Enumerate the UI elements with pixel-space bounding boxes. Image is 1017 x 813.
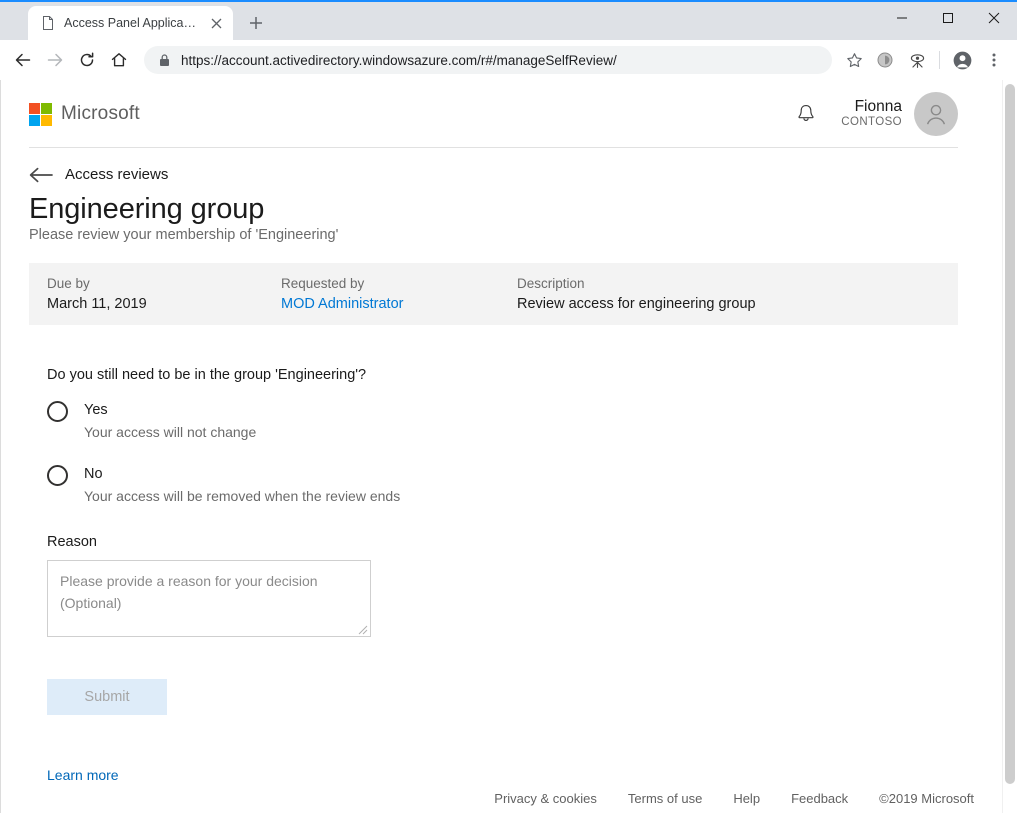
back-to-access-reviews-link[interactable]: Access reviews [29, 166, 958, 183]
page-footer: Privacy & cookies Terms of use Help Feed… [1, 783, 1002, 813]
window-close-icon[interactable] [971, 2, 1017, 34]
user-profile[interactable]: Fionna CONTOSO [841, 92, 958, 136]
person-avatar-icon[interactable] [914, 92, 958, 136]
web-page: Microsoft Fionna CONTOSO [0, 80, 1002, 813]
address-bar-url: https://account.activedirectory.windowsa… [181, 53, 822, 68]
review-question: Do you still need to be in the group 'En… [47, 367, 958, 383]
reload-icon[interactable] [72, 45, 102, 75]
radio-circle-icon[interactable] [47, 465, 68, 486]
info-label: Description [517, 274, 958, 294]
radio-circle-icon[interactable] [47, 401, 68, 422]
radio-description: Your access will be removed when the rev… [84, 488, 400, 504]
decision-radio-group: Yes Your access will not change No Your … [47, 399, 958, 508]
requested-by-link[interactable]: MOD Administrator [281, 294, 517, 315]
footer-link-terms[interactable]: Terms of use [628, 791, 702, 806]
home-icon[interactable] [104, 45, 134, 75]
window-controls [879, 2, 1017, 34]
radio-label: No [84, 466, 103, 482]
close-icon[interactable] [207, 14, 225, 32]
footer-link-privacy[interactable]: Privacy & cookies [494, 791, 597, 806]
page-icon [40, 15, 56, 31]
browser-window: Access Panel Applications [0, 0, 1017, 813]
microsoft-logo-icon [29, 103, 52, 126]
minimize-icon[interactable] [879, 2, 925, 34]
scrollbar-thumb[interactable] [1005, 84, 1015, 784]
bell-icon[interactable] [793, 101, 819, 127]
radio-label: Yes [84, 402, 108, 418]
user-text: Fionna CONTOSO [841, 98, 902, 130]
lock-icon [158, 53, 171, 67]
submit-button[interactable]: Submit [47, 679, 167, 715]
user-org: CONTOSO [841, 116, 902, 130]
radio-option-labels: No Your access will be removed when the … [84, 463, 400, 508]
browser-tab[interactable]: Access Panel Applications [28, 6, 233, 40]
maximize-icon[interactable] [925, 2, 971, 34]
browser-toolbar: https://account.activedirectory.windowsa… [0, 40, 1017, 80]
radio-description: Your access will not change [84, 424, 256, 440]
info-description: Description Review access for engineerin… [517, 274, 958, 315]
user-name: Fionna [841, 98, 902, 117]
info-value: Review access for engineering group [517, 294, 958, 315]
brand-name: Microsoft [61, 103, 140, 125]
page-scrollbar[interactable] [1002, 80, 1017, 813]
info-label: Due by [47, 274, 281, 294]
radio-option-no[interactable]: No Your access will be removed when the … [47, 463, 958, 508]
info-requested-by: Requested by MOD Administrator [281, 274, 517, 315]
back-arrow-icon[interactable] [8, 45, 38, 75]
reason-label: Reason [47, 534, 958, 550]
footer-link-feedback[interactable]: Feedback [791, 791, 848, 806]
page-viewport: Microsoft Fionna CONTOSO [0, 80, 1017, 813]
forward-arrow-icon[interactable] [40, 45, 70, 75]
info-value: March 11, 2019 [47, 294, 281, 315]
page-subtitle: Please review your membership of 'Engine… [29, 227, 958, 243]
extension-eye-icon[interactable] [902, 45, 932, 75]
reason-input[interactable]: Please provide a reason for your decisio… [47, 560, 371, 637]
app-header: Microsoft Fionna CONTOSO [1, 80, 1002, 148]
toolbar-divider [939, 51, 940, 69]
footer-copyright: ©2019 Microsoft [879, 791, 974, 806]
tab-strip: Access Panel Applications [0, 2, 1017, 40]
header-right-cluster: Fionna CONTOSO [793, 92, 958, 136]
review-info-bar: Due by March 11, 2019 Requested by MOD A… [29, 263, 958, 325]
reason-placeholder: Please provide a reason for your decisio… [60, 571, 358, 614]
tab-title: Access Panel Applications [64, 16, 199, 30]
star-icon[interactable] [840, 46, 868, 74]
info-label: Requested by [281, 274, 517, 294]
learn-more-link[interactable]: Learn more [47, 767, 958, 783]
three-dot-menu-icon[interactable] [979, 45, 1009, 75]
microsoft-logo[interactable]: Microsoft [29, 103, 140, 126]
radio-option-labels: Yes Your access will not change [84, 399, 256, 444]
resize-handle-icon[interactable] [356, 622, 368, 634]
page-title: Engineering group [29, 193, 958, 225]
info-due-by: Due by March 11, 2019 [47, 274, 281, 315]
header-divider [29, 147, 958, 148]
back-link-label: Access reviews [65, 166, 168, 183]
footer-link-help[interactable]: Help [733, 791, 760, 806]
new-tab-button[interactable] [242, 9, 270, 37]
extension-circle-icon[interactable] [870, 45, 900, 75]
radio-option-yes[interactable]: Yes Your access will not change [47, 399, 958, 444]
back-arrow-icon [29, 167, 53, 183]
address-bar[interactable]: https://account.activedirectory.windowsa… [144, 46, 832, 74]
page-content: Access reviews Engineering group Please … [1, 148, 1002, 783]
profile-avatar-icon[interactable] [947, 45, 977, 75]
